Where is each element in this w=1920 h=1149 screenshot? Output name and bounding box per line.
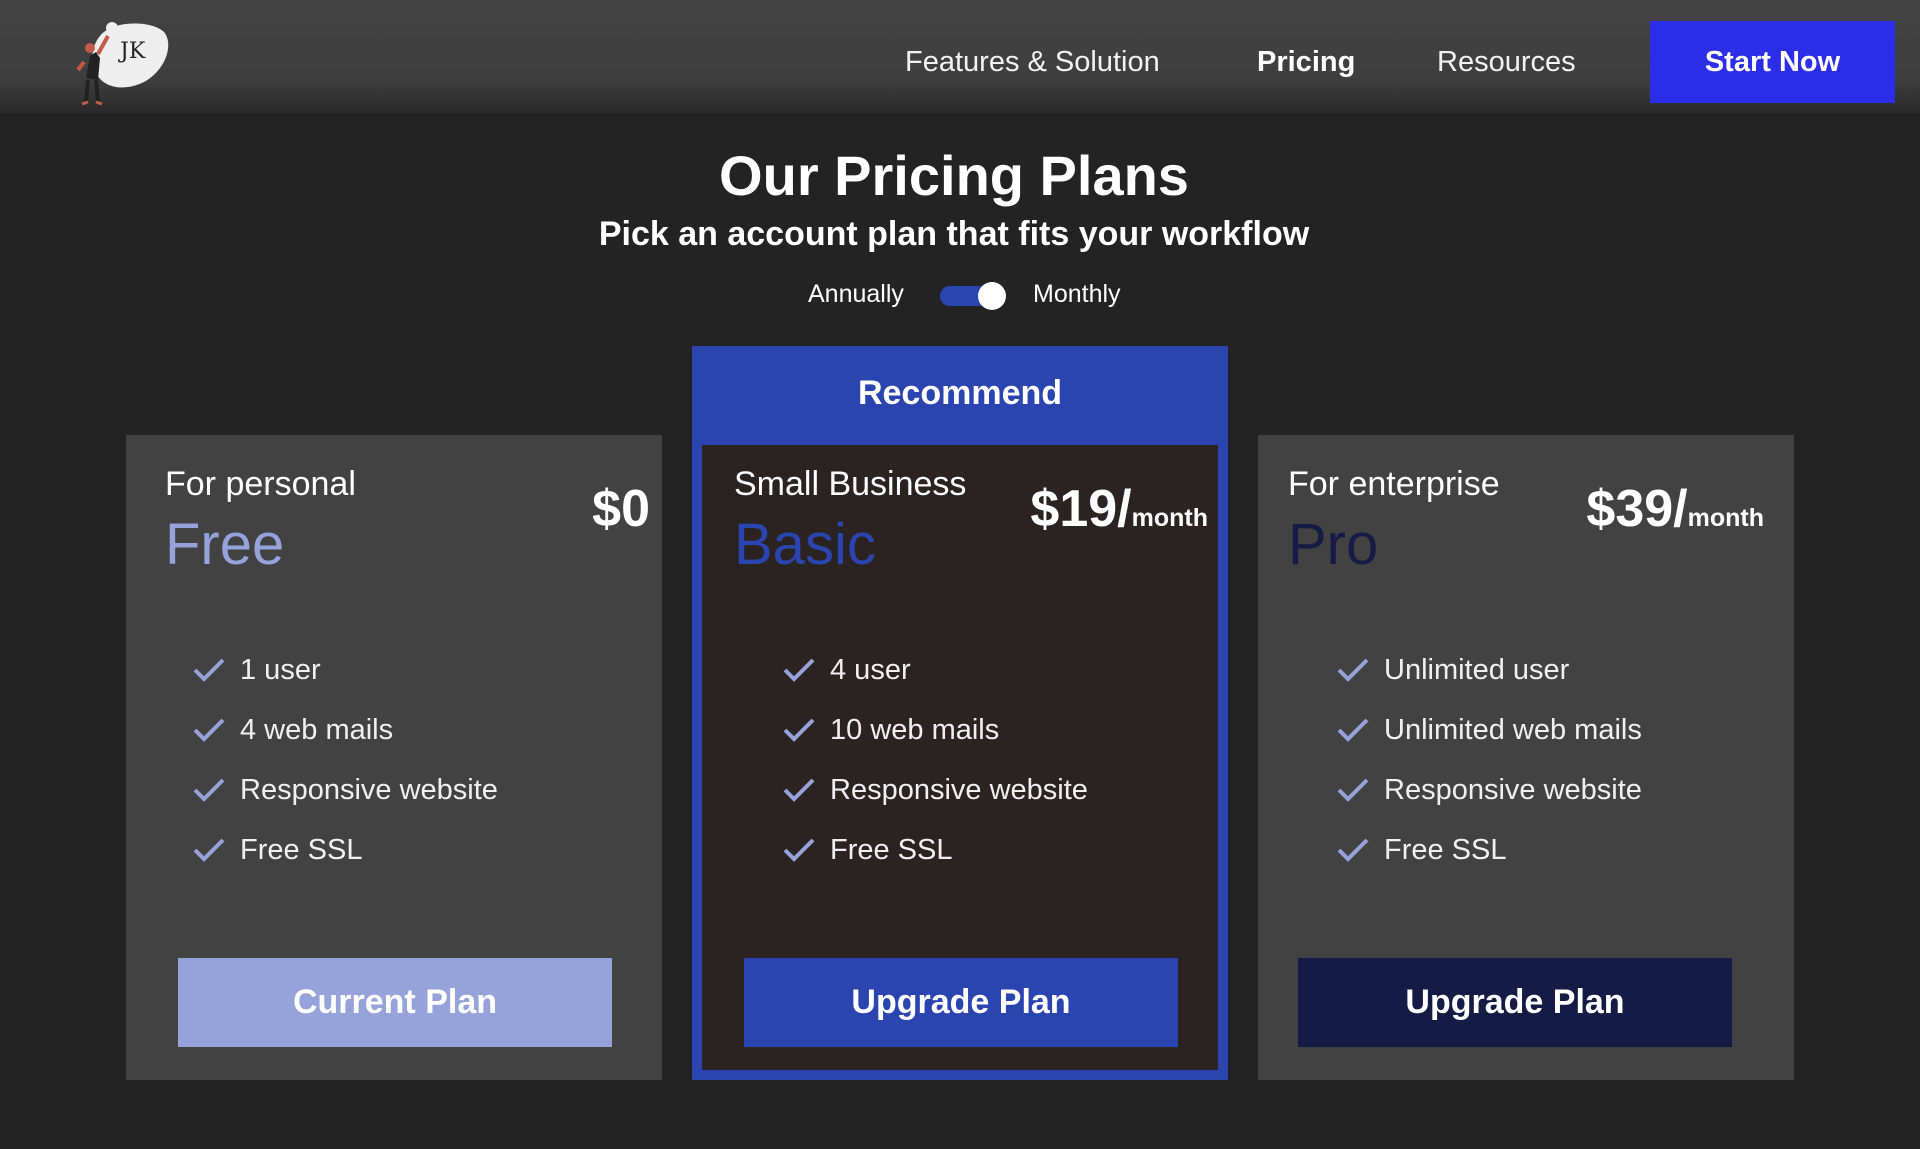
check-icon (1337, 838, 1369, 862)
nav-pricing[interactable]: Pricing (1257, 46, 1355, 79)
check-icon (783, 838, 815, 862)
upgrade-pro-button[interactable]: Upgrade Plan (1298, 958, 1732, 1047)
check-icon (1337, 658, 1369, 682)
list-item: Unlimited user (1336, 640, 1642, 700)
list-item: 4 user (782, 640, 1088, 700)
check-icon (783, 718, 815, 742)
plan-name: Basic (734, 512, 876, 577)
plan-card-basic: Recommend Small Business Basic $19/month… (692, 346, 1228, 1080)
nav-features-solution[interactable]: Features & Solution (905, 46, 1160, 79)
feature-list: Unlimited user Unlimited web mails Respo… (1336, 640, 1642, 880)
list-item: Unlimited web mails (1336, 700, 1642, 760)
check-icon (783, 778, 815, 802)
check-icon (193, 778, 225, 802)
list-item: Free SSL (192, 820, 498, 880)
list-item: 10 web mails (782, 700, 1088, 760)
start-now-button[interactable]: Start Now (1650, 21, 1895, 103)
page-subtitle: Pick an account plan that fits your work… (598, 215, 1310, 253)
list-item: Free SSL (782, 820, 1088, 880)
current-plan-button[interactable]: Current Plan (178, 958, 612, 1047)
plan-price: $39/month (1586, 480, 1764, 538)
plan-card-pro: For enterprise Pro $39/month Unlimited u… (1258, 435, 1794, 1080)
check-icon (783, 658, 815, 682)
monthly-label[interactable]: Monthly (1033, 280, 1121, 309)
plan-name: Pro (1288, 512, 1379, 577)
plan-card-basic-body: Small Business Basic $19/month 4 user 10… (702, 445, 1218, 1070)
list-item: 4 web mails (192, 700, 498, 760)
top-nav-bar: JK Features & Solution Pricing Resources… (0, 0, 1920, 113)
upgrade-basic-button[interactable]: Upgrade Plan (744, 958, 1178, 1047)
annually-label[interactable]: Annually (808, 280, 904, 309)
page-title: Our Pricing Plans (719, 144, 1189, 207)
list-item: Responsive website (1336, 760, 1642, 820)
nav-resources[interactable]: Resources (1437, 46, 1576, 79)
check-icon (193, 838, 225, 862)
logo[interactable]: JK (72, 18, 172, 108)
feature-list: 4 user 10 web mails Responsive website F… (782, 640, 1088, 880)
list-item: Responsive website (192, 760, 498, 820)
check-icon (1337, 778, 1369, 802)
list-item: Responsive website (782, 760, 1088, 820)
billing-toggle: Annually Monthly (0, 276, 1920, 316)
switch-knob (978, 282, 1006, 310)
logo-text: JK (118, 39, 146, 64)
plan-name: Free (165, 512, 285, 577)
feature-list: 1 user 4 web mails Responsive website Fr… (192, 640, 498, 880)
check-icon (193, 718, 225, 742)
check-icon (1337, 718, 1369, 742)
plan-audience: For personal (165, 465, 356, 503)
recommend-badge: Recommend (857, 374, 1063, 412)
billing-switch[interactable] (940, 282, 1006, 310)
plan-price: $19/month (1030, 480, 1208, 538)
list-item: 1 user (192, 640, 498, 700)
plan-card-free: For personal Free $0 1 user 4 web mails … (126, 435, 662, 1080)
plan-audience: For enterprise (1288, 465, 1500, 503)
list-item: Free SSL (1336, 820, 1642, 880)
plan-audience: Small Business (734, 465, 967, 503)
check-icon (193, 658, 225, 682)
plan-price: $0 (592, 480, 650, 538)
